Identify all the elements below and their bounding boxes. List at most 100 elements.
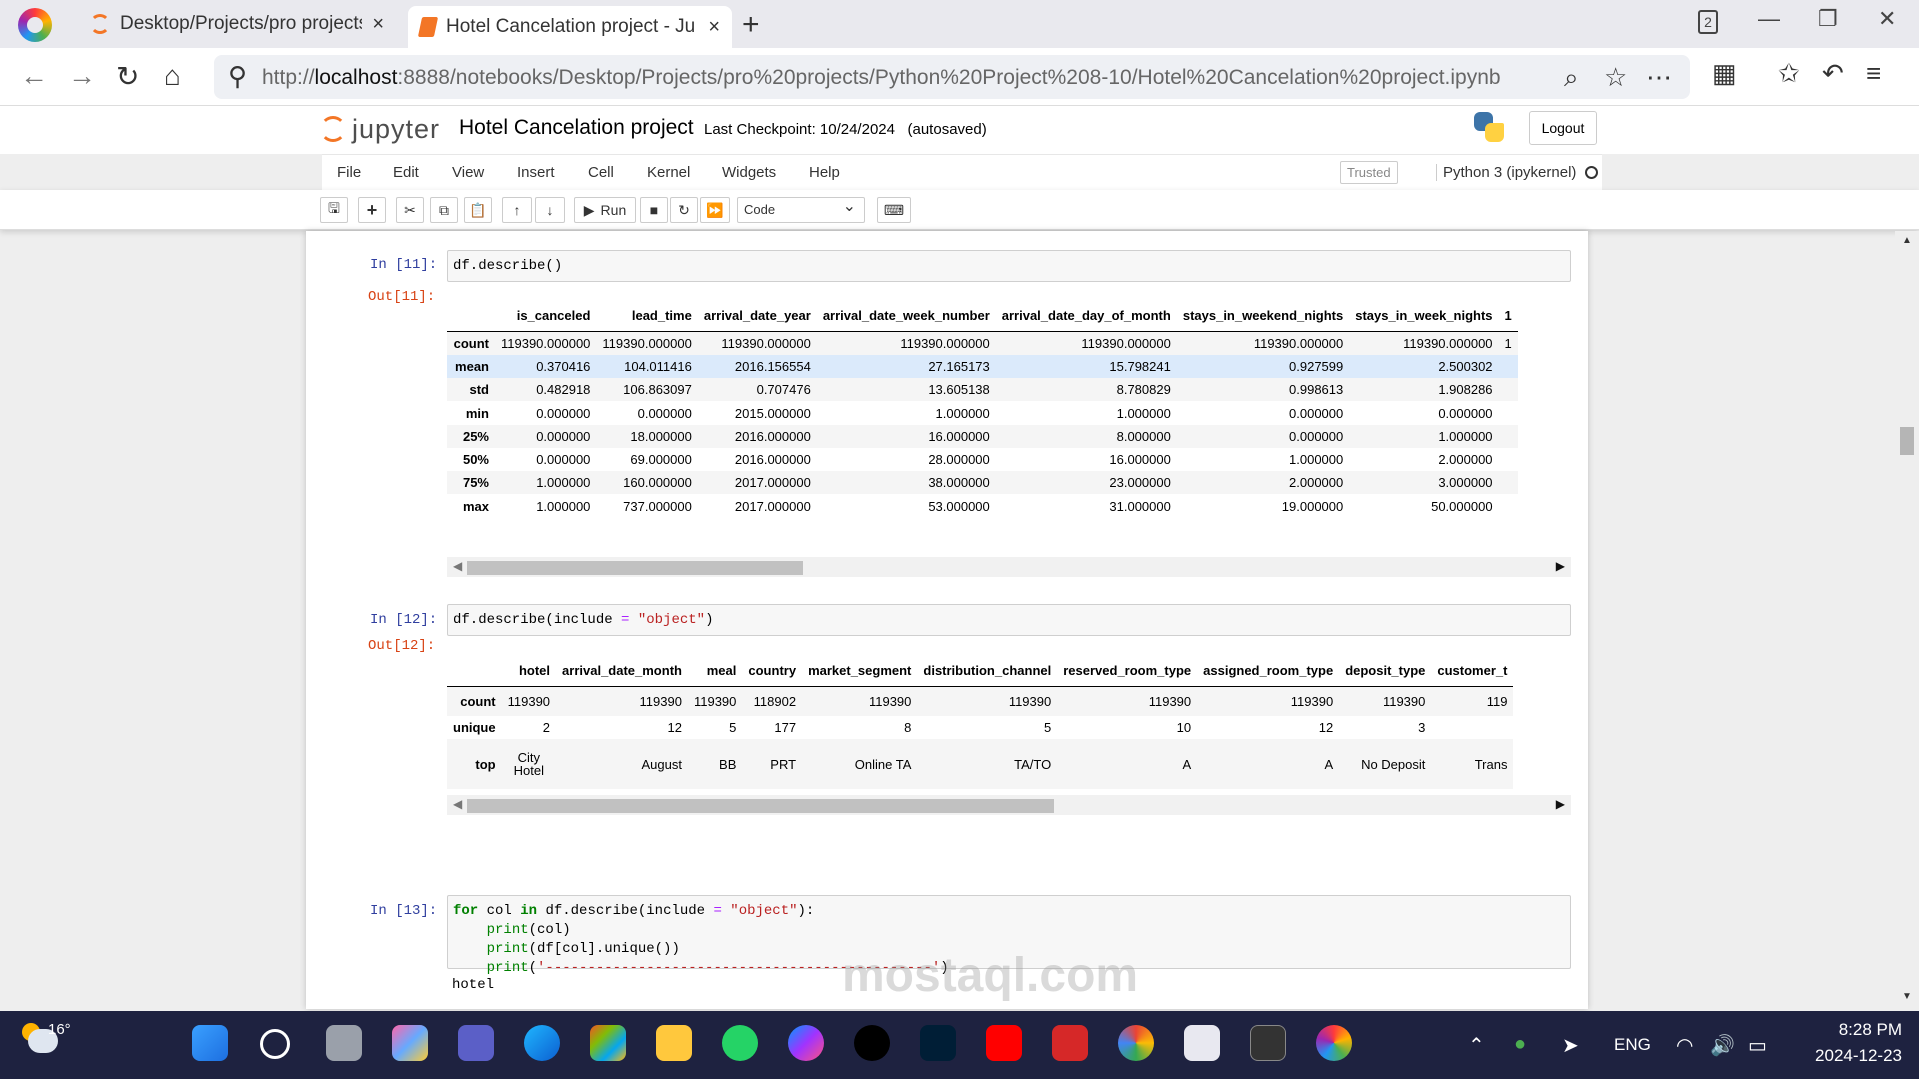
scroll-left-icon[interactable]: ◀	[453, 797, 462, 811]
move-down-icon[interactable]: ↓	[535, 197, 565, 223]
scroll-down-icon[interactable]: ▼	[1902, 991, 1912, 1002]
stop-icon[interactable]: ■	[640, 197, 668, 223]
minimize-icon[interactable]: —	[1758, 6, 1780, 32]
insert-cell-icon[interactable]: +	[358, 197, 386, 223]
reload-icon[interactable]: ↻	[116, 60, 139, 93]
language-indicator[interactable]: ENG	[1614, 1035, 1651, 1055]
jupyter-logo-text[interactable]: jupyter	[352, 114, 440, 145]
move-up-icon[interactable]: ↑	[502, 197, 532, 223]
run-button[interactable]: ▶ Run	[574, 197, 636, 223]
kernel-name[interactable]: Python 3 (ipykernel)	[1436, 164, 1576, 181]
browser-logo-icon[interactable]	[18, 8, 52, 42]
table-cell	[1499, 471, 1518, 494]
logout-button[interactable]: Logout	[1529, 111, 1597, 145]
menu-insert[interactable]: Insert	[517, 164, 555, 181]
code-cell-11[interactable]: df.describe()	[447, 250, 1571, 282]
save-icon[interactable]: 🖫	[320, 197, 348, 223]
apps-grid-icon[interactable]: ▦	[1712, 58, 1737, 89]
close-window-icon[interactable]: ✕	[1878, 6, 1896, 32]
scroll-left-icon[interactable]: ◀	[453, 559, 462, 573]
edge-icon[interactable]	[524, 1025, 560, 1061]
keyboard-icon[interactable]: ⌨	[877, 197, 911, 223]
forward-icon[interactable]: →	[68, 60, 96, 92]
notebook-title[interactable]: Hotel Cancelation project	[459, 116, 694, 140]
menu-widgets[interactable]: Widgets	[722, 164, 776, 181]
bookmark-star-icon[interactable]: ☆	[1604, 62, 1627, 93]
jupyter-logo-icon[interactable]	[320, 116, 346, 142]
copy-icon[interactable]: ⧉	[430, 197, 458, 223]
chrome-icon[interactable]	[1118, 1025, 1154, 1061]
clock-time[interactable]: 8:28 PM	[1810, 1020, 1902, 1040]
scroll-right-icon[interactable]: ▶	[1556, 797, 1565, 811]
browser-taskbar-icon[interactable]	[1316, 1025, 1352, 1061]
cut-icon[interactable]: ✂	[396, 197, 424, 223]
table-cell: 3.000000	[1438, 475, 1493, 490]
home-icon[interactable]: ⌂	[164, 60, 181, 92]
back-icon[interactable]: ←	[20, 60, 48, 92]
table-cell: 119390.000000	[602, 335, 692, 351]
horizontal-scrollbar[interactable]: ◀ ▶	[447, 557, 1571, 577]
menu-icon[interactable]: ≡	[1866, 58, 1881, 89]
menu-file[interactable]: File	[337, 164, 361, 181]
tab-count-badge[interactable]: 2	[1698, 10, 1718, 34]
start-icon[interactable]	[192, 1025, 228, 1061]
table-cell: 0.000000	[1289, 429, 1344, 444]
tray-app-icon[interactable]: ●	[1514, 1033, 1526, 1056]
task-view-icon[interactable]	[326, 1025, 362, 1061]
scroll-thumb[interactable]	[1900, 427, 1914, 455]
photoshop-icon[interactable]	[920, 1025, 956, 1061]
search-icon[interactable]	[260, 1029, 290, 1059]
code-cell-12[interactable]: df.describe(include = "object")	[447, 604, 1571, 636]
favorites-icon[interactable]: ✩	[1778, 58, 1800, 89]
youtube-icon[interactable]	[986, 1025, 1022, 1061]
paste-icon[interactable]: 📋	[464, 197, 492, 223]
store-icon[interactable]	[590, 1025, 626, 1061]
teams-icon[interactable]	[458, 1025, 494, 1061]
scroll-thumb[interactable]	[467, 561, 803, 575]
volume-icon[interactable]: 🔊	[1710, 1033, 1735, 1058]
undo-icon[interactable]: ↶	[1822, 58, 1844, 89]
menu-cell[interactable]: Cell	[588, 164, 614, 181]
file-explorer-icon[interactable]	[656, 1025, 692, 1061]
cell-type-select[interactable]: Code	[737, 196, 865, 223]
more-options-icon[interactable]: ⋯	[1646, 62, 1672, 93]
restart-run-all-icon[interactable]: ⏩	[700, 197, 730, 223]
location-icon[interactable]: ➤	[1562, 1033, 1579, 1058]
zoom-icon[interactable]: ⌕	[1564, 62, 1579, 94]
restore-icon[interactable]: ❐	[1818, 6, 1838, 32]
table-cell	[1499, 494, 1518, 518]
terminal-icon[interactable]	[1250, 1025, 1286, 1061]
browser-tab-directory[interactable]: Desktop/Projects/pro projects ×	[78, 6, 396, 42]
copilot-icon[interactable]	[392, 1025, 428, 1061]
scroll-right-icon[interactable]: ▶	[1556, 559, 1565, 573]
wps-office-icon[interactable]	[1052, 1025, 1088, 1061]
restart-icon[interactable]: ↻	[670, 197, 698, 223]
table-row: freq793301387792310485905647797870859947…	[447, 789, 1513, 791]
menu-help[interactable]: Help	[809, 164, 840, 181]
scroll-thumb[interactable]	[467, 799, 1054, 813]
wifi-icon[interactable]: ◠	[1676, 1033, 1693, 1058]
clock-date[interactable]: 2024-12-23	[1798, 1046, 1902, 1066]
table-cell: Trans	[1474, 756, 1508, 772]
tiktok-icon[interactable]	[854, 1025, 890, 1061]
menu-edit[interactable]: Edit	[393, 164, 419, 181]
scroll-up-icon[interactable]: ▲	[1902, 235, 1912, 246]
battery-icon[interactable]: ▭	[1748, 1033, 1767, 1058]
row-label: 25%	[462, 429, 489, 444]
horizontal-scrollbar[interactable]: ◀ ▶	[447, 795, 1571, 815]
whatsapp-icon[interactable]	[722, 1025, 758, 1061]
page-vertical-scrollbar[interactable]: ▲ ▼	[1895, 231, 1919, 1011]
tray-overflow-icon[interactable]: ⌃	[1468, 1033, 1485, 1058]
close-tab-icon[interactable]: ×	[372, 13, 384, 36]
menu-view[interactable]: View	[452, 164, 484, 181]
table-cell: 15.798241	[1109, 359, 1171, 374]
url-field[interactable]: ⚲ http://localhost:8888/notebooks/Deskto…	[214, 55, 1690, 99]
browser-tab-notebook[interactable]: Hotel Cancelation project - Ju ×	[408, 6, 732, 48]
new-tab-button[interactable]: +	[742, 8, 760, 42]
document-app-icon[interactable]	[1184, 1025, 1220, 1061]
trusted-indicator[interactable]: Trusted	[1340, 161, 1398, 184]
table-cell: 74053	[1197, 789, 1339, 791]
messenger-icon[interactable]	[788, 1025, 824, 1061]
menu-kernel[interactable]: Kernel	[647, 164, 690, 181]
close-tab-icon[interactable]: ×	[708, 16, 720, 39]
